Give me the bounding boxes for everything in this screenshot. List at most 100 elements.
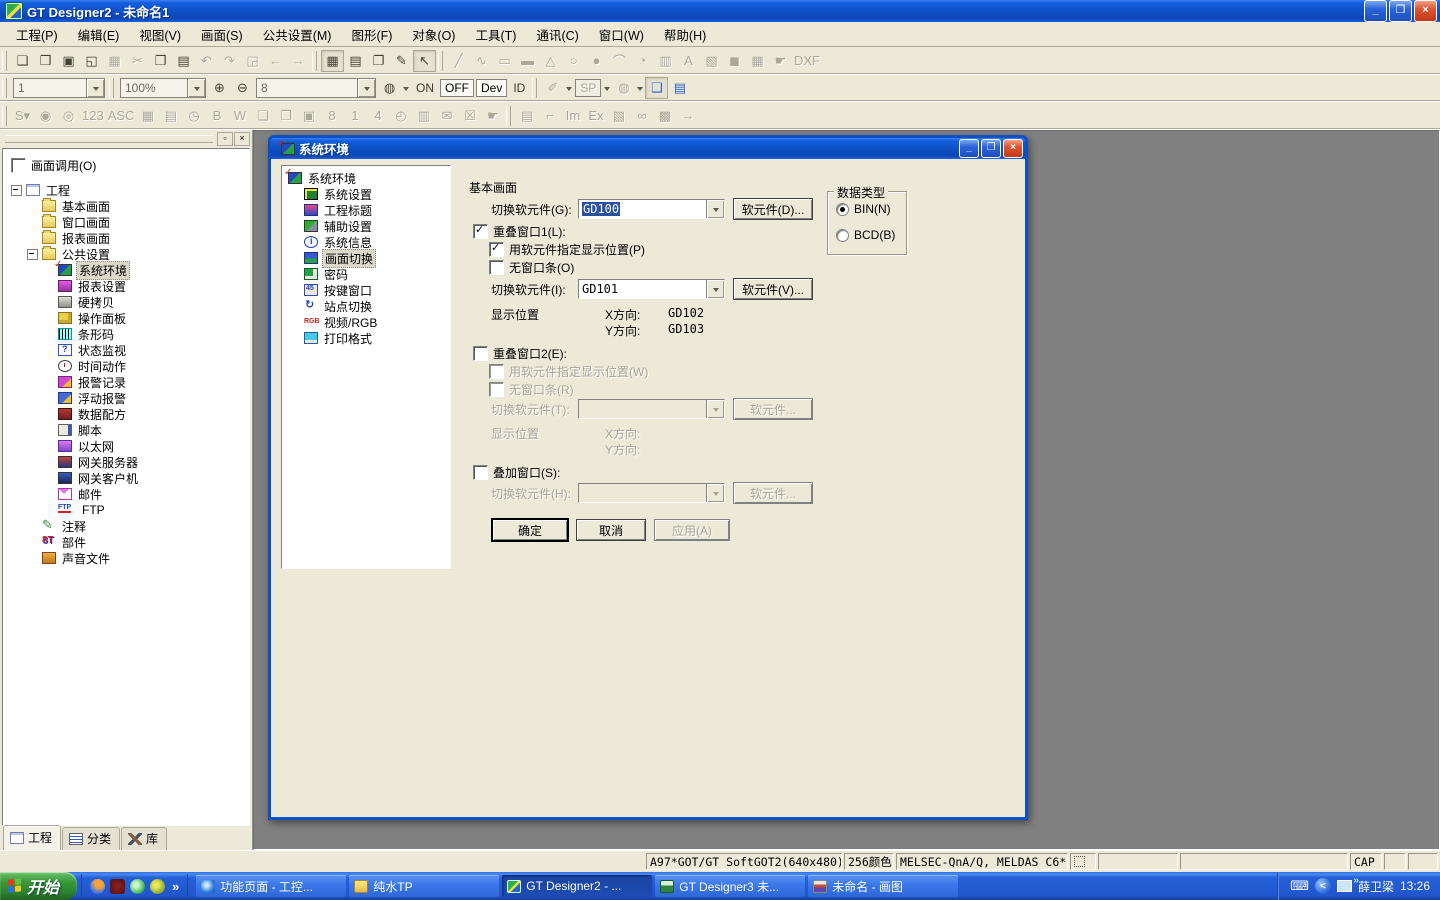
panel-grip[interactable]: ▫ × <box>0 130 252 147</box>
menu-item[interactable]: 编辑(E) <box>68 22 130 47</box>
ok-button[interactable]: 确定 <box>492 519 568 541</box>
menu-item[interactable]: 工程(P) <box>6 22 68 47</box>
filled-circle-icon[interactable]: ● <box>585 50 608 72</box>
dialog-nav-item[interactable]: 工程标题 <box>282 202 450 218</box>
redo-icon[interactable]: ↷ <box>218 50 241 72</box>
chevron-down-icon[interactable] <box>706 200 724 218</box>
window-preview-icon[interactable]: ❑ <box>645 77 668 99</box>
tree-item[interactable]: 网关服务器 <box>5 454 249 470</box>
dialog-nav-item[interactable]: 辅助设置 <box>282 218 450 234</box>
toolbar-grip[interactable] <box>2 78 7 98</box>
menu-item[interactable]: 工具(T) <box>465 22 526 47</box>
chevron-down-icon[interactable] <box>86 79 104 97</box>
device-view-button[interactable]: Dev <box>476 79 507 97</box>
text-icon[interactable]: A <box>677 50 700 72</box>
tree-item[interactable]: 报表设置 <box>5 278 249 294</box>
time-display-icon[interactable]: ▤ <box>159 105 182 127</box>
toolbar-grip[interactable] <box>2 51 7 71</box>
minimize-button[interactable]: _ <box>1364 0 1387 22</box>
data-type-bcd-radio[interactable]: BCD(B) <box>836 228 895 242</box>
word-switch-icon[interactable]: W <box>228 105 251 127</box>
tree-item[interactable]: 声音文件 <box>5 550 249 566</box>
dialog-nav-item[interactable]: 按键窗口 <box>282 282 450 298</box>
object-select-icon[interactable]: S▾ <box>11 105 34 127</box>
device-off-button[interactable]: OFF <box>440 79 474 97</box>
toolbar-grip[interactable] <box>506 106 511 126</box>
undo-icon[interactable]: ↶ <box>195 50 218 72</box>
zoom-select-icon[interactable]: ◲ <box>241 50 264 72</box>
cancel-button[interactable]: 取消 <box>576 519 646 541</box>
overlap-window2-checkbox[interactable]: 重叠窗口2(E): <box>473 345 567 362</box>
dialog-nav-item[interactable]: 站点切换 <box>282 298 450 314</box>
font-size-combo[interactable]: 8 <box>256 78 376 98</box>
start-button[interactable]: 开始 <box>0 872 77 900</box>
menu-item[interactable]: 通讯(C) <box>526 22 588 47</box>
comment-display-icon[interactable]: ✉ <box>435 105 458 127</box>
paste-icon[interactable]: ▤ <box>172 50 195 72</box>
level-display-icon[interactable]: ▥ <box>412 105 435 127</box>
tree-expander-icon[interactable] <box>27 249 38 260</box>
quicklaunch-media-icon[interactable] <box>90 879 105 894</box>
keyboard-tray-icon[interactable]: ⌨ <box>1290 878 1309 894</box>
tree-item[interactable]: 时间动作 <box>5 358 249 374</box>
numeric-display-icon[interactable]: 123 <box>80 105 106 127</box>
base-switch-device-combo[interactable]: GD100 <box>578 199 725 219</box>
chevron-down-icon[interactable] <box>602 77 612 99</box>
chevron-down-icon[interactable] <box>706 280 724 298</box>
cut-icon[interactable]: ✂ <box>126 50 149 72</box>
task-button-gtdesigner2[interactable]: GT Designer2 - ... <box>502 875 652 897</box>
toolbar-grip[interactable] <box>438 51 443 71</box>
chevron-down-icon[interactable] <box>635 77 645 99</box>
tree-item[interactable]: 注释 <box>5 518 249 534</box>
fill-icon[interactable]: ◼ <box>723 50 746 72</box>
dialog-nav-item[interactable]: 打印格式 <box>282 330 450 346</box>
tree-item[interactable]: 报表画面 <box>5 230 249 246</box>
bit-lamp-icon[interactable]: ◉ <box>34 105 57 127</box>
fill-color-icon[interactable]: ◍ <box>378 77 401 99</box>
screen-switch-icon[interactable]: ❏ <box>251 105 274 127</box>
cancel-object-icon[interactable]: ☒ <box>458 105 481 127</box>
dialog-nav-item[interactable]: 系统环境 <box>282 170 450 186</box>
network-tray-icon[interactable] <box>1337 880 1352 892</box>
superimpose-window-checkbox[interactable]: 叠加窗口(S): <box>473 464 560 481</box>
tree-expander-icon[interactable] <box>11 185 22 196</box>
line-sp-button[interactable]: SP <box>575 79 601 97</box>
tray-clock[interactable]: 13:26 <box>1400 879 1430 893</box>
chevron-down-icon[interactable] <box>187 79 205 97</box>
line-icon[interactable]: ╱ <box>447 50 470 72</box>
parts-display-icon[interactable]: ☛ <box>481 105 504 127</box>
dialog-maximize-button[interactable]: ❐ <box>981 139 1001 158</box>
word-lamp-icon[interactable]: ◎ <box>57 105 80 127</box>
chevron-down-icon[interactable] <box>564 77 574 99</box>
device-on-label[interactable]: ON <box>411 81 439 95</box>
dialog-nav-item[interactable]: 视频/RGB <box>282 314 450 330</box>
panel-meter-icon[interactable]: ◴ <box>389 105 412 127</box>
quicklaunch-browser-icon[interactable] <box>130 879 145 894</box>
dialog-minimize-button[interactable]: _ <box>959 139 979 158</box>
toolbar-grip[interactable] <box>2 106 7 126</box>
overlap-window1-checkbox[interactable]: 重叠窗口1(L): <box>473 223 566 240</box>
stamp-icon[interactable]: ▧ <box>607 105 630 127</box>
multi-action-switch-icon[interactable]: 4 <box>366 105 389 127</box>
menu-item[interactable]: 图形(F) <box>341 22 402 47</box>
special-switch-icon[interactable]: ▣ <box>297 105 320 127</box>
menu-item[interactable]: 对象(O) <box>402 22 465 47</box>
tree-item[interactable]: 浮动报警 <box>5 390 249 406</box>
data-type-bin-radio[interactable]: BIN(N) <box>836 202 891 216</box>
tree-item[interactable]: 操作面板 <box>5 310 249 326</box>
task-button-folder[interactable]: 纯水TP <box>349 875 499 897</box>
screen-copy-icon[interactable]: ▦ <box>103 50 126 72</box>
toolbar-grip[interactable] <box>532 78 537 98</box>
quicklaunch-app-icon[interactable] <box>110 879 125 894</box>
zoom-combo[interactable]: 100% <box>120 78 206 98</box>
screen-properties-icon[interactable]: ▤ <box>344 50 367 72</box>
close-button[interactable]: × <box>1414 0 1437 22</box>
ascii-display-icon[interactable]: ASC <box>106 105 137 127</box>
tree-item[interactable]: 窗口画面 <box>5 214 249 230</box>
tree-item[interactable]: 系统环境 <box>5 262 249 278</box>
win1-position-by-device-checkbox[interactable]: 用软元件指定显示位置(P) <box>489 241 645 258</box>
outdent-icon[interactable]: ⌐ <box>538 105 561 127</box>
id-view-label[interactable]: ID <box>508 81 530 95</box>
menu-item[interactable]: 画面(S) <box>191 22 253 47</box>
copy-icon[interactable]: ❐ <box>149 50 172 72</box>
